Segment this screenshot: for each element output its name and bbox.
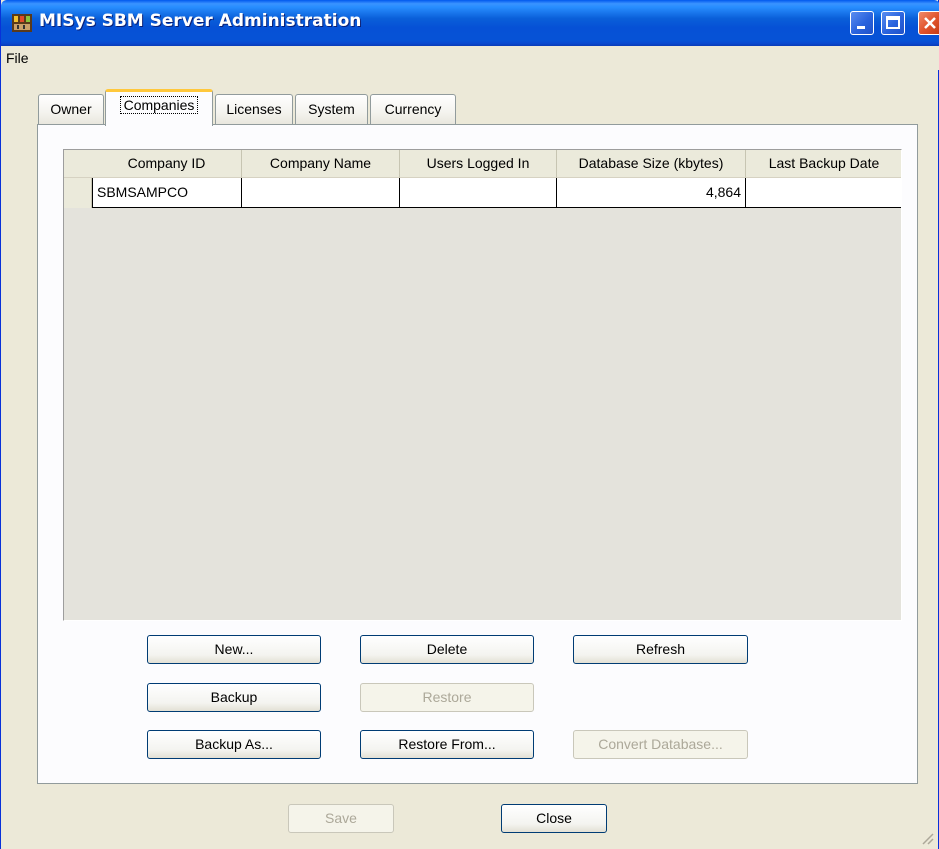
maximize-icon xyxy=(886,16,900,29)
tab-currency-label: Currency xyxy=(384,101,442,117)
cell-users-logged-in[interactable] xyxy=(400,178,557,208)
resize-grip-icon[interactable] xyxy=(920,831,934,845)
restore-button[interactable]: Restore xyxy=(360,683,534,712)
header-corner xyxy=(64,150,92,178)
backup-button[interactable]: Backup xyxy=(147,683,321,712)
tab-owner-label: Owner xyxy=(50,101,92,117)
save-button[interactable]: Save xyxy=(288,804,394,833)
title-bar[interactable]: MISys SBM Server Administration xyxy=(1,0,939,46)
cell-company-name[interactable] xyxy=(242,178,400,208)
cell-company-id[interactable]: SBMSAMPCO xyxy=(92,178,242,208)
tab-companies-label: Companies xyxy=(119,96,199,114)
tab-system-label: System xyxy=(308,101,355,117)
tab-licenses-label: Licenses xyxy=(226,101,282,117)
refresh-button[interactable]: Refresh xyxy=(573,635,748,664)
row-selector[interactable] xyxy=(64,178,92,208)
grid-header: Company ID Company Name Users Logged In … xyxy=(64,150,901,178)
application-window: MISys SBM Server Administration File Own… xyxy=(0,0,939,849)
delete-button[interactable]: Delete xyxy=(360,635,534,664)
menu-bar: File xyxy=(1,46,939,70)
tab-companies[interactable]: Companies xyxy=(105,89,213,126)
close-icon xyxy=(924,17,936,29)
table-row[interactable]: SBMSAMPCO 4,864 xyxy=(64,178,901,208)
backup-as-button[interactable]: Backup As... xyxy=(147,730,321,759)
maximize-button[interactable] xyxy=(881,11,905,35)
column-header-last-backup-date[interactable]: Last Backup Date xyxy=(746,150,901,178)
tab-system[interactable]: System xyxy=(295,94,368,124)
column-header-company-id[interactable]: Company ID xyxy=(92,150,242,178)
app-icon xyxy=(12,14,32,32)
column-header-company-name[interactable]: Company Name xyxy=(242,150,400,178)
cell-database-size[interactable]: 4,864 xyxy=(557,178,746,208)
new-button[interactable]: New... xyxy=(147,635,321,664)
companies-grid[interactable]: Company ID Company Name Users Logged In … xyxy=(63,149,902,621)
convert-database-button[interactable]: Convert Database... xyxy=(573,730,748,759)
tab-licenses[interactable]: Licenses xyxy=(215,94,293,124)
tab-currency[interactable]: Currency xyxy=(370,94,456,124)
window-title: MISys SBM Server Administration xyxy=(39,11,362,31)
column-header-users-logged-in[interactable]: Users Logged In xyxy=(400,150,557,178)
minimize-icon xyxy=(857,26,865,29)
close-window-button[interactable] xyxy=(918,11,939,35)
tab-owner[interactable]: Owner xyxy=(38,94,104,124)
cell-last-backup-date[interactable] xyxy=(746,178,901,208)
minimize-button[interactable] xyxy=(850,11,874,35)
menu-file[interactable]: File xyxy=(6,50,29,66)
close-button[interactable]: Close xyxy=(501,804,607,833)
restore-from-button[interactable]: Restore From... xyxy=(360,730,534,759)
column-header-database-size[interactable]: Database Size (kbytes) xyxy=(557,150,746,178)
